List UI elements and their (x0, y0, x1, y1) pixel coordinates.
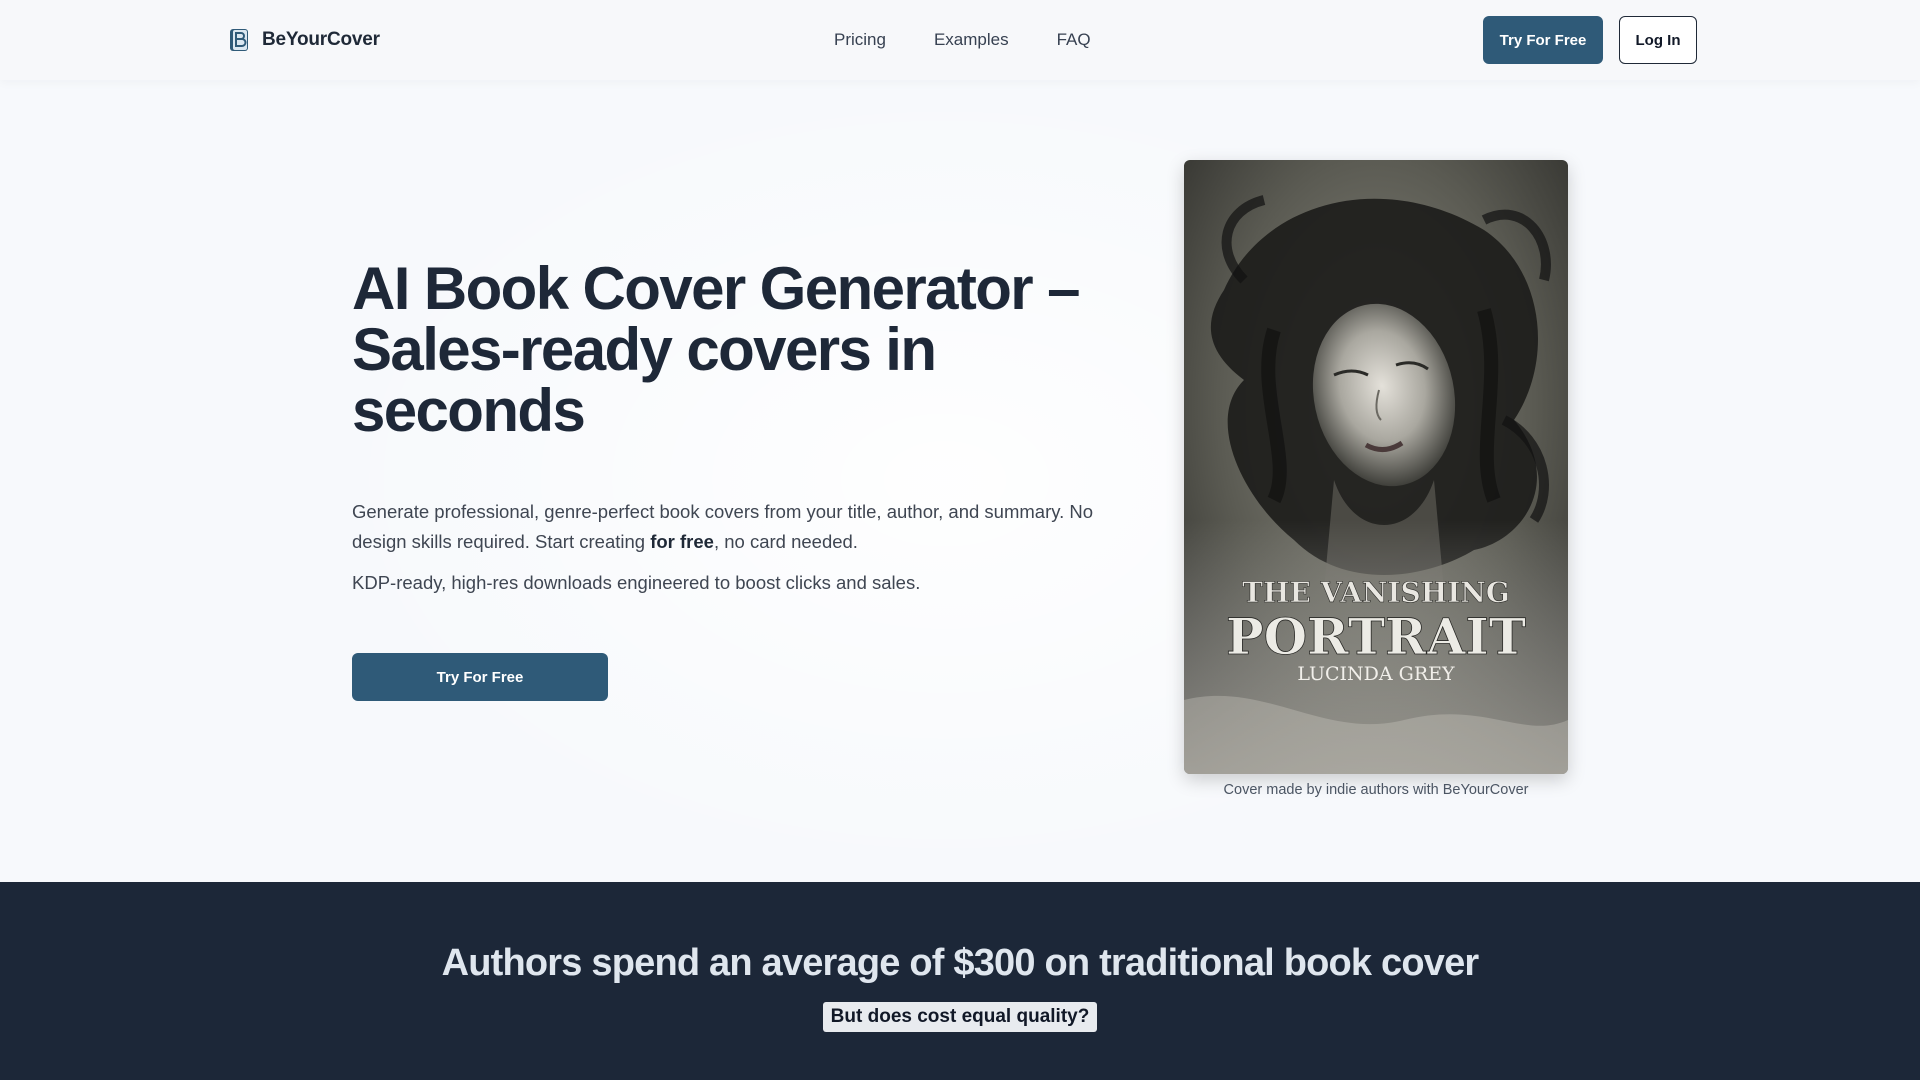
hero-try-free-button[interactable]: Try For Free (352, 653, 608, 701)
cost-question-badge: But does cost equal quality? (822, 1002, 1098, 1032)
cover-title-line1: THE VANISHING (1242, 576, 1510, 609)
nav-faq[interactable]: FAQ (1057, 28, 1091, 52)
brand-logo[interactable]: BeYourCover (228, 26, 380, 54)
nav-examples[interactable]: Examples (934, 28, 1009, 52)
hero-title: AI Book Cover Generator – Sales-ready co… (352, 255, 1080, 444)
brand-name: BeYourCover (262, 29, 380, 50)
cost-badge-wrapper: But does cost equal quality? (0, 1002, 1920, 1032)
book-cover-image: THE VANISHING PORTRAIT LUCINDA GREY (1184, 160, 1568, 774)
hero-desc-suffix: , no card needed. (713, 531, 858, 552)
hero-subtext: KDP-ready, high-res downloads engineered… (352, 572, 921, 593)
cover-illustration: THE VANISHING PORTRAIT LUCINDA GREY (1184, 160, 1568, 774)
hero-description: Generate professional, genre-perfect boo… (352, 497, 1122, 557)
cover-caption: Cover made by indie authors with BeYourC… (1223, 782, 1529, 798)
hero-desc-bold: for free (650, 531, 714, 552)
cost-headline: Authors spend an average of $300 on trad… (441, 942, 1480, 984)
login-button[interactable]: Log In (1619, 16, 1697, 64)
book-logo-icon (230, 29, 248, 51)
cover-author: LUCINDA GREY (1297, 663, 1455, 685)
header-try-free-button[interactable]: Try For Free (1483, 16, 1603, 64)
cover-title-line2: PORTRAIT (1226, 607, 1526, 666)
site-header: BeYourCover Pricing Examples FAQ Try For… (0, 0, 1920, 80)
main-nav: Pricing Examples FAQ (834, 28, 1139, 52)
nav-pricing[interactable]: Pricing (834, 28, 886, 52)
